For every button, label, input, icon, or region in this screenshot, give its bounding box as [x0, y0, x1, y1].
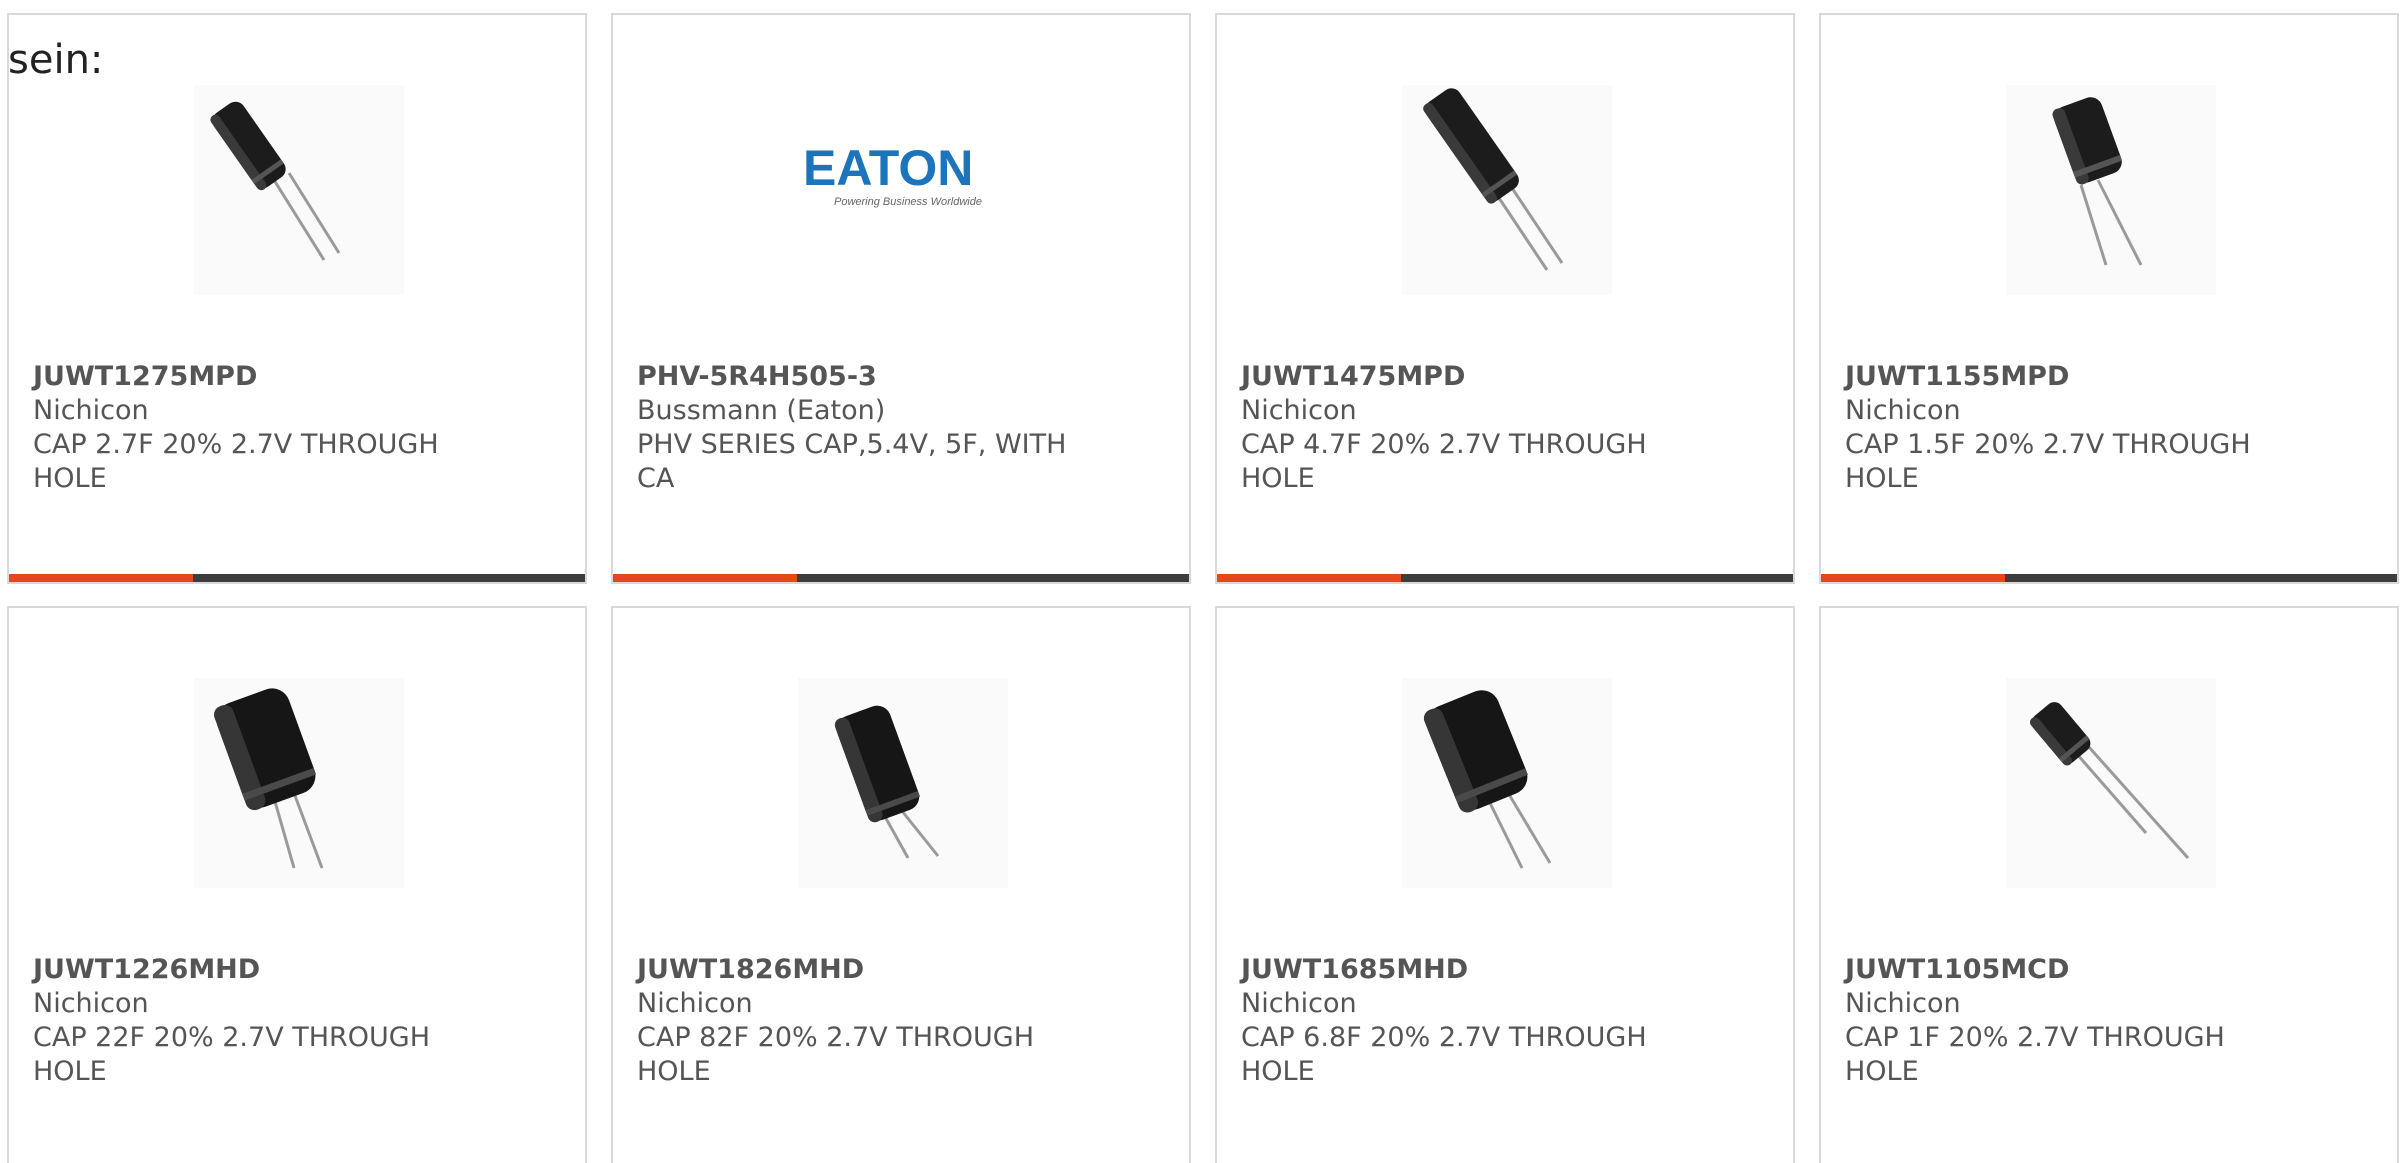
manufacturer: Nichicon: [33, 395, 149, 426]
product-description: CAP 22F 20% 2.7V THROUGH HOLE: [33, 1022, 431, 1087]
product-description: CAP 82F 20% 2.7V THROUGH HOLE: [637, 1022, 1035, 1087]
capacitor-wide-icon: [1402, 678, 1612, 888]
product-card[interactable]: JUWT1226MHD Nichicon CAP 22F 20% 2.7V TH…: [7, 606, 587, 1163]
product-grid: JUWT1275MPD Nichicon CAP 2.7F 20% 2.7V T…: [7, 13, 2400, 1163]
capacitor-slim-icon: [194, 85, 404, 295]
progress-fill: [1217, 574, 1402, 582]
part-number[interactable]: JUWT1475MPD: [1241, 360, 1681, 394]
part-number[interactable]: PHV-5R4H505-3: [637, 360, 1077, 394]
product-card[interactable]: EATON Powering Business Worldwide PHV-5R…: [611, 13, 1191, 584]
product-info: JUWT1685MHD Nichicon CAP 6.8F 20% 2.7V T…: [1241, 953, 1681, 1089]
progress-bar: [1217, 574, 1793, 582]
manufacturer: Nichicon: [1845, 395, 1961, 426]
product-info: JUWT1826MHD Nichicon CAP 82F 20% 2.7V TH…: [637, 953, 1077, 1089]
product-info: JUWT1226MHD Nichicon CAP 22F 20% 2.7V TH…: [33, 953, 473, 1089]
product-description: PHV SERIES CAP,5.4V, 5F, WITH CA: [637, 429, 1067, 494]
eaton-logo-text: EATON: [803, 140, 973, 196]
manufacturer: Nichicon: [1241, 988, 1357, 1019]
product-description: CAP 2.7F 20% 2.7V THROUGH HOLE: [33, 429, 439, 494]
product-card[interactable]: JUWT1685MHD Nichicon CAP 6.8F 20% 2.7V T…: [1215, 606, 1795, 1163]
product-card[interactable]: JUWT1105MCD Nichicon CAP 1F 20% 2.7V THR…: [1819, 606, 2399, 1163]
product-card[interactable]: JUWT1826MHD Nichicon CAP 82F 20% 2.7V TH…: [611, 606, 1191, 1163]
manufacturer: Nichicon: [637, 988, 753, 1019]
manufacturer: Nichicon: [1241, 395, 1357, 426]
capacitor-wide-icon: [194, 678, 404, 888]
progress-fill: [613, 574, 798, 582]
product-description: CAP 4.7F 20% 2.7V THROUGH HOLE: [1241, 429, 1647, 494]
manufacturer: Nichicon: [1845, 988, 1961, 1019]
product-description: CAP 6.8F 20% 2.7V THROUGH HOLE: [1241, 1022, 1647, 1087]
part-number[interactable]: JUWT1275MPD: [33, 360, 473, 394]
product-card[interactable]: JUWT1275MPD Nichicon CAP 2.7F 20% 2.7V T…: [7, 13, 587, 584]
capacitor-wide-icon: [798, 678, 1008, 888]
product-info: JUWT1475MPD Nichicon CAP 4.7F 20% 2.7V T…: [1241, 360, 1681, 496]
manufacturer: Bussmann (Eaton): [637, 395, 886, 426]
product-info: JUWT1275MPD Nichicon CAP 2.7F 20% 2.7V T…: [33, 360, 473, 496]
manufacturer: Nichicon: [33, 988, 149, 1019]
progress-fill: [1821, 574, 2006, 582]
progress-bar: [1821, 574, 2397, 582]
progress-fill: [9, 574, 194, 582]
part-number[interactable]: JUWT1685MHD: [1241, 953, 1681, 987]
section-label: sein:: [8, 37, 104, 83]
progress-bar: [9, 574, 585, 582]
progress-bar: [613, 574, 1189, 582]
eaton-logo-tagline: Powering Business Worldwide: [834, 196, 982, 208]
product-card[interactable]: JUWT1155MPD Nichicon CAP 1.5F 20% 2.7V T…: [1819, 13, 2399, 584]
part-number[interactable]: JUWT1826MHD: [637, 953, 1077, 987]
product-info: PHV-5R4H505-3 Bussmann (Eaton) PHV SERIE…: [637, 360, 1077, 496]
part-number[interactable]: JUWT1155MPD: [1845, 360, 2285, 394]
product-grid-page: sein: JUWT1275MPD Nichicon CAP 2.7F 20%: [0, 0, 2400, 1163]
product-description: CAP 1F 20% 2.7V THROUGH HOLE: [1845, 1022, 2225, 1087]
capacitor-small-icon: [2006, 678, 2216, 888]
part-number[interactable]: JUWT1105MCD: [1845, 953, 2285, 987]
capacitor-short-icon: [2006, 85, 2216, 295]
eaton-logo: EATON Powering Business Worldwide: [798, 85, 1008, 295]
product-info: JUWT1105MCD Nichicon CAP 1F 20% 2.7V THR…: [1845, 953, 2285, 1089]
part-number[interactable]: JUWT1226MHD: [33, 953, 473, 987]
capacitor-long-icon: [1402, 85, 1612, 295]
product-description: CAP 1.5F 20% 2.7V THROUGH HOLE: [1845, 429, 2251, 494]
product-info: JUWT1155MPD Nichicon CAP 1.5F 20% 2.7V T…: [1845, 360, 2285, 496]
product-card[interactable]: JUWT1475MPD Nichicon CAP 4.7F 20% 2.7V T…: [1215, 13, 1795, 584]
